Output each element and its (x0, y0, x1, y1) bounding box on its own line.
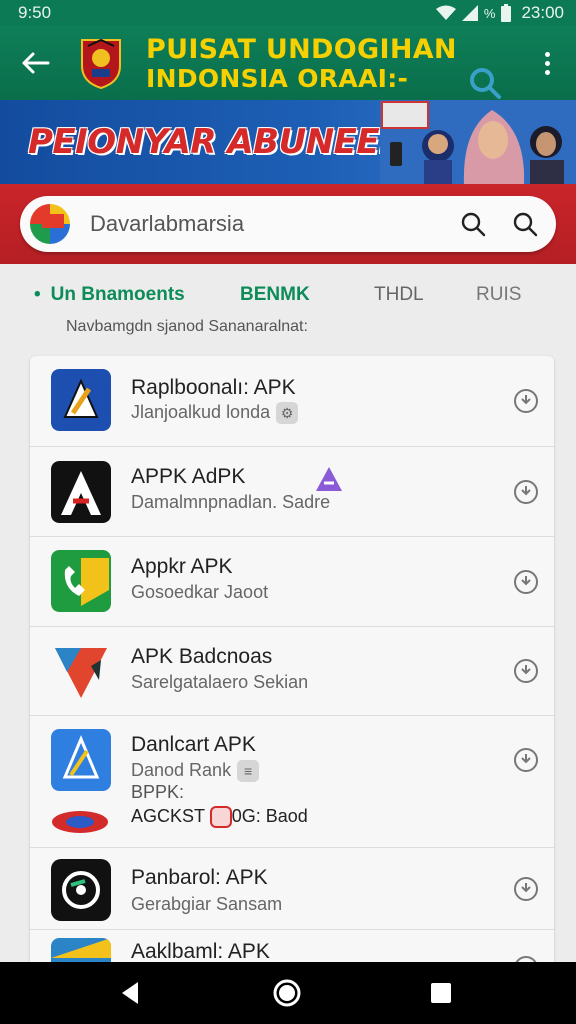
app-subtitle: Gerabgiar Sansam (131, 894, 283, 914)
search-bar[interactable] (20, 196, 556, 252)
app-name: APPK AdPK (131, 465, 246, 488)
back-arrow-icon (22, 52, 50, 74)
battery-icon (501, 4, 512, 22)
status-icons: % 23:00 (435, 3, 564, 23)
battery-percent: % (483, 5, 496, 21)
list-item[interactable]: Danlcart APK Danod Rank ≡ BPPK: AGCKST 0G… (30, 716, 554, 848)
list-item[interactable]: Appkr APK Gosoedkar Jaoot (30, 537, 554, 627)
app-icon-3 (51, 550, 111, 612)
download-icon[interactable] (512, 746, 540, 774)
search-button-2[interactable] (504, 203, 546, 245)
app-name: Panbarol: APK (131, 866, 268, 889)
red-badge-icon (209, 806, 232, 829)
section-subheading: Navbamgdn sjanod Sananaralnat: (66, 318, 308, 335)
app-icon-1 (51, 369, 111, 431)
status-time: 9:50 (18, 3, 52, 22)
promo-banner[interactable]: PEIONYAR ABUNEEIA! (0, 100, 576, 184)
app-icon-4 (51, 640, 111, 702)
tab-2[interactable]: BENMK (240, 284, 310, 306)
download-icon[interactable] (512, 657, 540, 685)
download-icon[interactable] (512, 568, 540, 596)
app-name: Danlcart APK (131, 733, 256, 756)
nav-home-icon[interactable] (272, 978, 302, 1008)
app-icon-5 (51, 729, 111, 791)
download-icon[interactable] (512, 954, 540, 962)
download-icon[interactable] (512, 387, 540, 415)
status-bar: 9:50 % 23:00 (0, 0, 576, 26)
download-icon[interactable] (512, 478, 540, 506)
signal-icon (461, 5, 478, 21)
app-bar: PUISAT UNDOGIHAN INDONSIA ORAAI:- (0, 26, 576, 100)
download-icon[interactable] (512, 875, 540, 903)
app-icon-7 (51, 938, 111, 962)
search-button-1[interactable] (452, 203, 494, 245)
tab-1[interactable]: Un Bnamoents (34, 284, 185, 306)
app-subtitle: Gosoedkar Jaoot (131, 582, 269, 602)
category-tabs: Un Bnamoents BENMK THDL RUIS (0, 264, 576, 324)
small-logo-icon (52, 811, 108, 833)
tab-4[interactable]: RUIS (476, 284, 521, 306)
app-logo-icon (30, 204, 70, 244)
app-icon-6 (51, 859, 111, 921)
system-nav-bar (0, 962, 576, 1024)
app-name: APK Badcnoas (131, 645, 273, 668)
purple-a-icon (316, 467, 342, 491)
back-button[interactable] (0, 26, 70, 100)
list-item[interactable]: Aaklbaml: APK (30, 930, 554, 962)
app-subtitle: Jlanjoalkud londa ⚙ (131, 402, 299, 425)
app-name: Aaklbaml: APK (131, 940, 270, 962)
tab-3[interactable]: THDL (374, 284, 424, 306)
app-subtitle: Sarelgatalaero Sekian (131, 672, 309, 692)
app-name: Appkr APK (131, 555, 233, 578)
app-subtitle-2: BPPK: (131, 782, 185, 802)
app-icon-2 (51, 461, 111, 523)
status-clock: 23:00 (521, 3, 564, 22)
list-item[interactable]: Raplboonalı: APK Jlanjoalkud londa ⚙ (30, 356, 554, 447)
app-subtitle: Damalmnpnadlan. Sadre (131, 492, 331, 512)
title-line-2: INDONSIA ORAAI:- (146, 63, 409, 93)
app-subtitle: Danod Rank ≡ (131, 760, 260, 783)
search-input[interactable] (90, 211, 452, 237)
badge-icon: ≡ (237, 760, 260, 783)
badge-icon: ⚙ (276, 402, 299, 425)
list-item[interactable]: APPK AdPK Damalmnpnadlan. Sadre (30, 447, 554, 537)
title-line-1: PUISAT UNDOGIHAN (146, 33, 457, 65)
app-name: Raplboonalı: APK (131, 376, 296, 399)
overflow-menu-button[interactable] (538, 26, 556, 100)
app-list: Raplboonalı: APK Jlanjoalkud londa ⚙ APPK… (30, 356, 554, 962)
search-icon (461, 212, 486, 237)
app-meta: AGCKST 0G: Baod (131, 806, 308, 829)
banner-headline: PEIONYAR ABUNEEIA! (28, 122, 433, 162)
app-title: PUISAT UNDOGIHAN INDONSIA ORAAI:- (146, 36, 457, 91)
search-icon (513, 212, 538, 237)
emblem-logo (81, 38, 121, 90)
list-item[interactable]: APK Badcnoas Sarelgatalaero Sekian (30, 627, 554, 716)
search-band (0, 184, 576, 264)
nav-back-icon[interactable] (116, 978, 146, 1008)
title-search-icon (470, 68, 501, 99)
wifi-icon (435, 5, 456, 20)
banner-people-image (380, 100, 576, 184)
list-item[interactable]: Panbarol: APK Gerabgiar Sansam (30, 848, 554, 930)
nav-recents-icon[interactable] (426, 978, 456, 1008)
